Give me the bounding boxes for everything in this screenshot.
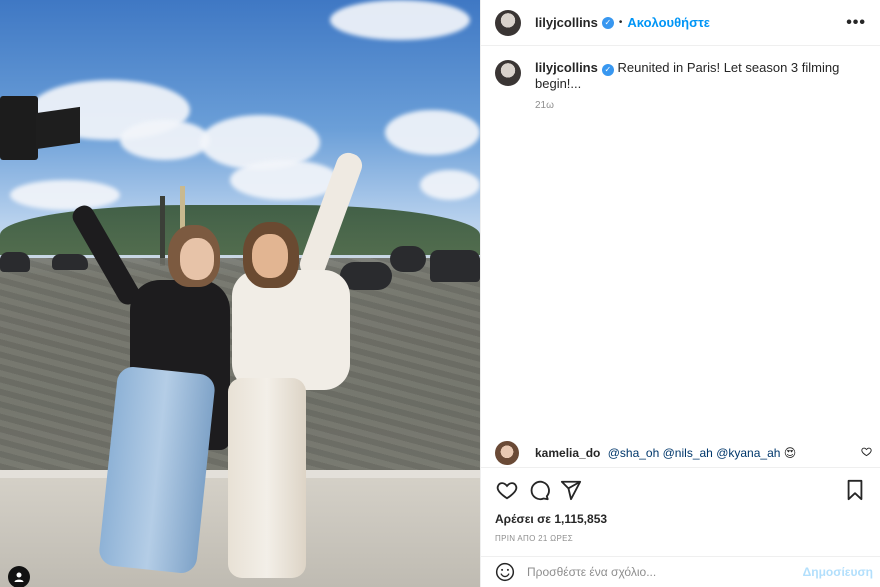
add-comment-bar: Δημοσίευση: [481, 556, 880, 587]
emoji-icon[interactable]: [495, 562, 515, 582]
verified-badge-icon: ✓: [601, 16, 614, 29]
caption-avatar[interactable]: [495, 60, 521, 86]
cloud: [10, 180, 120, 210]
caption-body: lilyjcollins ✓ Reunited in Paris! Let sea…: [535, 60, 866, 92]
mention-link[interactable]: @sha_oh: [608, 446, 660, 460]
obelisk: [180, 186, 185, 232]
mention-link[interactable]: @kyana_ah: [716, 446, 780, 460]
comment-like-icon[interactable]: [861, 446, 872, 460]
emoji-glyph: [495, 562, 515, 582]
car: [52, 254, 88, 270]
comment-bubble-glyph: [530, 480, 550, 501]
action-bar: Αρέσει σε 1,115,853 ΠΡΙΝ ΑΠΟ 21 ΩΡΕΣ: [481, 467, 880, 543]
person-right-top: [232, 270, 350, 390]
comment-bubble-icon[interactable]: [527, 478, 551, 502]
cloud: [120, 120, 210, 160]
post-side-panel: lilyjcollins ✓ • Ακολουθήστε ••• lilyjco…: [480, 0, 880, 587]
commenter-avatar[interactable]: [495, 441, 519, 465]
comment-row: kamelia_do @sha_oh @nils_ah @kyana_ah 😍: [495, 441, 872, 465]
more-options-icon[interactable]: •••: [846, 14, 866, 32]
post-photo[interactable]: [0, 0, 480, 587]
mention-link[interactable]: @nils_ah: [663, 446, 713, 460]
verified-badge-icon: ✓: [601, 64, 614, 76]
paper-plane-glyph: [560, 480, 582, 501]
avatar[interactable]: [495, 9, 521, 36]
lamp-post: [160, 196, 165, 266]
caption-timestamp[interactable]: 21ω: [535, 100, 880, 111]
likes-count[interactable]: Αρέσει σε 1,115,853: [495, 512, 867, 526]
publish-button[interactable]: Δημοσίευση: [803, 565, 873, 579]
bookmark-icon[interactable]: [843, 478, 867, 502]
comment-emoji: 😍: [783, 446, 797, 460]
user-tag-icon[interactable]: [8, 566, 30, 587]
cloud: [420, 170, 480, 200]
traffic-light-box: [36, 106, 80, 150]
heart-outline-glyph: [861, 447, 872, 457]
commenter-username[interactable]: kamelia_do: [535, 446, 600, 460]
comment-text: kamelia_do @sha_oh @nils_ah @kyana_ah 😍: [535, 446, 796, 460]
follow-button[interactable]: Ακολουθήστε: [627, 15, 710, 30]
paper-plane-icon[interactable]: [559, 478, 583, 502]
user-tag-glyph: [14, 572, 24, 582]
car: [430, 250, 480, 282]
scooter: [390, 246, 426, 272]
person-left-jeans: [97, 365, 217, 575]
person-right-pants: [228, 378, 306, 578]
person-left-face: [180, 238, 214, 280]
cloud: [330, 0, 470, 40]
bookmark-glyph: [847, 479, 863, 501]
traffic-light-box: [0, 96, 38, 160]
traffic-light: [0, 96, 80, 160]
caption-username[interactable]: lilyjcollins: [535, 60, 598, 75]
heart-outline-glyph: [496, 482, 518, 500]
post-header: lilyjcollins ✓ • Ακολουθήστε •••: [481, 0, 880, 46]
post-modal: lilyjcollins ✓ • Ακολουθήστε ••• lilyjco…: [0, 0, 880, 587]
cloud: [385, 110, 480, 155]
comment-input[interactable]: [527, 565, 803, 579]
action-icons: [495, 478, 867, 502]
posted-time[interactable]: ΠΡΙΝ ΑΠΟ 21 ΩΡΕΣ: [495, 534, 867, 543]
separator-dot: •: [618, 17, 623, 28]
person-right-face: [252, 234, 288, 278]
header-username[interactable]: lilyjcollins: [535, 15, 598, 30]
heart-icon[interactable]: [495, 478, 519, 502]
car: [0, 252, 30, 272]
caption: lilyjcollins ✓ Reunited in Paris! Let sea…: [481, 46, 880, 92]
